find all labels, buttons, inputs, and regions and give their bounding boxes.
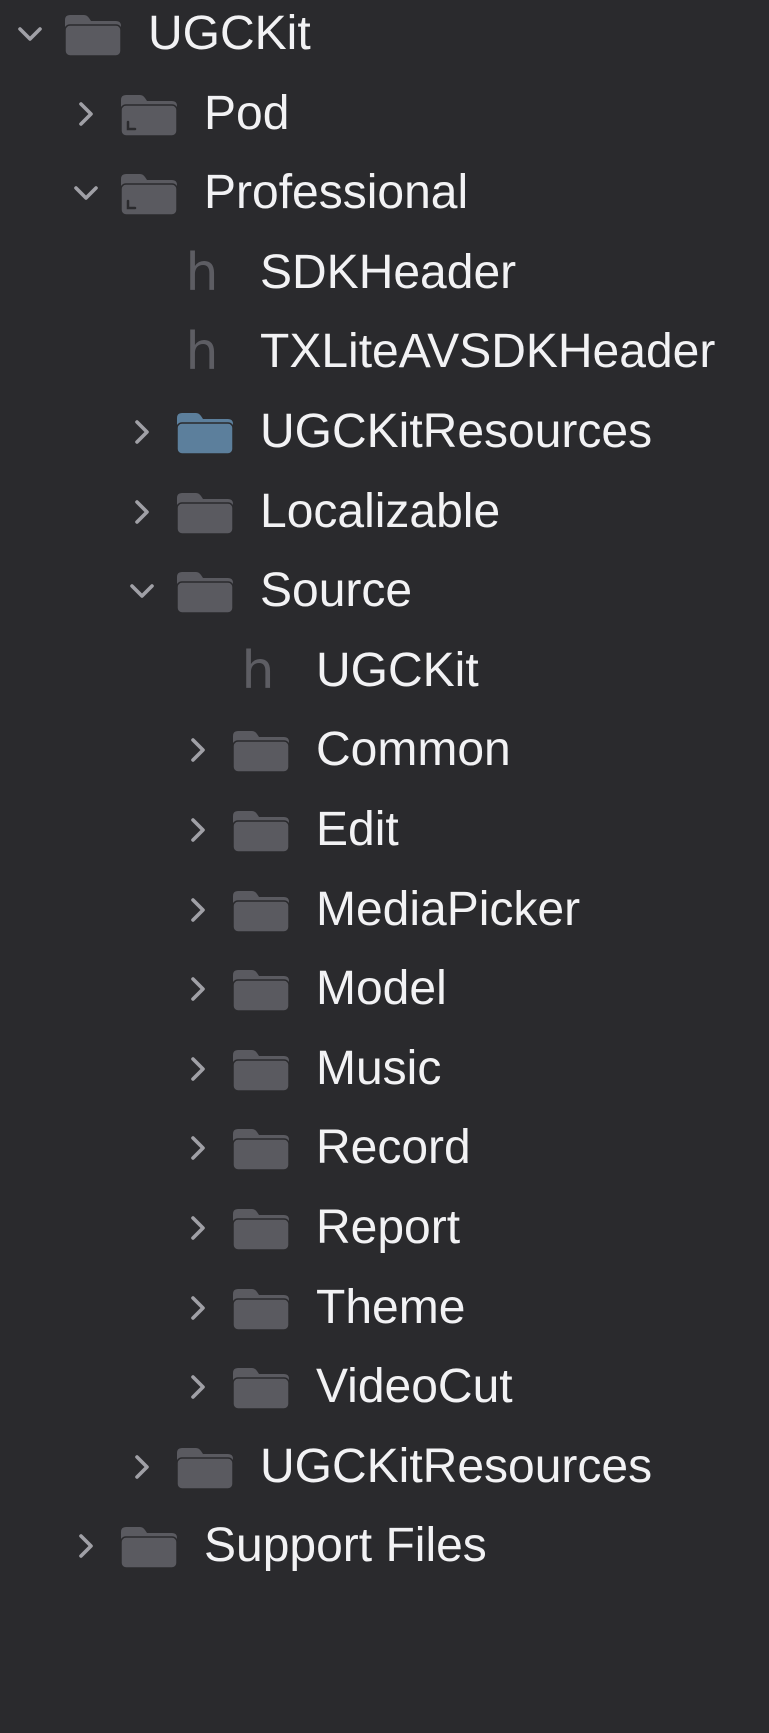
- folder-row[interactable]: Edit: [0, 786, 769, 874]
- folder-icon: [230, 1365, 292, 1411]
- folder-row[interactable]: Source: [0, 547, 769, 635]
- folder-row[interactable]: UGCKitResources: [0, 388, 769, 476]
- folder-icon: [230, 967, 292, 1013]
- folder-icon: [230, 728, 292, 774]
- folder-icon: [230, 888, 292, 934]
- row-label: Theme: [316, 1280, 466, 1334]
- folder-row[interactable]: Report: [0, 1184, 769, 1272]
- folder-row[interactable]: Support Files: [0, 1502, 769, 1590]
- header-file-icon: h: [185, 242, 219, 303]
- folder-row[interactable]: Model: [0, 945, 769, 1033]
- folder-icon: [230, 1206, 292, 1252]
- folder-row[interactable]: Localizable: [0, 468, 769, 556]
- row-label: Localizable: [260, 484, 501, 538]
- chevron-right-icon[interactable]: [182, 1212, 214, 1244]
- row-label: VideoCut: [316, 1360, 513, 1414]
- folder-row[interactable]: UGCKitResources: [0, 1423, 769, 1511]
- chevron-right-icon[interactable]: [126, 416, 158, 448]
- folder-icon: [174, 490, 236, 536]
- folder-row[interactable]: UGCKit: [0, 0, 769, 78]
- chevron-right-icon[interactable]: [70, 1530, 102, 1562]
- file-row[interactable]: h TXLiteAVSDKHeader: [0, 308, 769, 396]
- row-label: UGCKitResources: [260, 405, 653, 458]
- folder-row[interactable]: Theme: [0, 1264, 769, 1352]
- row-label: UGCKit: [316, 643, 479, 697]
- row-label: TXLiteAVSDKHeader: [260, 325, 716, 379]
- row-label: Report: [316, 1201, 461, 1254]
- chevron-right-icon[interactable]: [126, 496, 158, 528]
- folder-icon: [230, 1126, 292, 1172]
- row-label: Edit: [316, 803, 399, 856]
- project-navigator: UGCKit Pod Professional h SDKHeader h TXLiteAV…: [0, 0, 769, 1733]
- row-label: Support Files: [204, 1519, 487, 1573]
- chevron-right-icon[interactable]: [182, 1053, 214, 1085]
- chevron-right-icon[interactable]: [182, 1132, 214, 1164]
- row-label: SDKHeader: [260, 245, 517, 299]
- row-label: Professional: [204, 166, 469, 220]
- chevron-right-icon[interactable]: [182, 973, 214, 1005]
- row-label: MediaPicker: [316, 882, 581, 936]
- chevron-down-icon[interactable]: [70, 177, 102, 209]
- chevron-right-icon[interactable]: [182, 1371, 214, 1403]
- chevron-right-icon[interactable]: [182, 894, 214, 926]
- folder-icon: [118, 1524, 180, 1570]
- chevron-right-icon[interactable]: [182, 814, 214, 846]
- folder-icon: [174, 1445, 236, 1491]
- folder-icon: [230, 1047, 292, 1093]
- folder-row[interactable]: MediaPicker: [0, 866, 769, 954]
- header-file-icon: h: [185, 322, 219, 383]
- folder-row[interactable]: Music: [0, 1025, 769, 1113]
- row-label: Common: [316, 723, 511, 777]
- row-label: UGCKitResources: [260, 1439, 653, 1493]
- row-label: UGCKit: [148, 7, 311, 60]
- chevron-right-icon[interactable]: [182, 734, 214, 766]
- folder-icon: [174, 569, 236, 615]
- row-label: Record: [316, 1121, 471, 1175]
- chevron-right-icon[interactable]: [182, 1292, 214, 1324]
- file-row[interactable]: h UGCKit: [0, 627, 769, 715]
- folder-row[interactable]: Record: [0, 1104, 769, 1192]
- group-folder-icon: [118, 92, 180, 138]
- folder-row[interactable]: Professional: [0, 149, 769, 237]
- file-row[interactable]: h SDKHeader: [0, 229, 769, 317]
- folder-icon: [230, 808, 292, 854]
- chevron-down-icon[interactable]: [126, 575, 158, 607]
- folder-row[interactable]: Pod: [0, 70, 769, 158]
- folder-icon: [62, 12, 124, 58]
- chevron-right-icon[interactable]: [126, 1451, 158, 1483]
- folder-icon: [230, 1286, 292, 1332]
- blue-folder-icon: [174, 410, 236, 456]
- header-file-icon: h: [241, 640, 275, 701]
- chevron-down-icon[interactable]: [14, 18, 46, 50]
- row-label: Music: [316, 1041, 442, 1095]
- row-label: Model: [316, 962, 447, 1016]
- folder-row[interactable]: Common: [0, 706, 769, 794]
- row-label: Pod: [204, 86, 290, 140]
- group-folder-icon: [118, 171, 180, 217]
- row-label: Source: [260, 564, 413, 618]
- chevron-right-icon[interactable]: [70, 98, 102, 130]
- folder-row[interactable]: VideoCut: [0, 1343, 769, 1431]
